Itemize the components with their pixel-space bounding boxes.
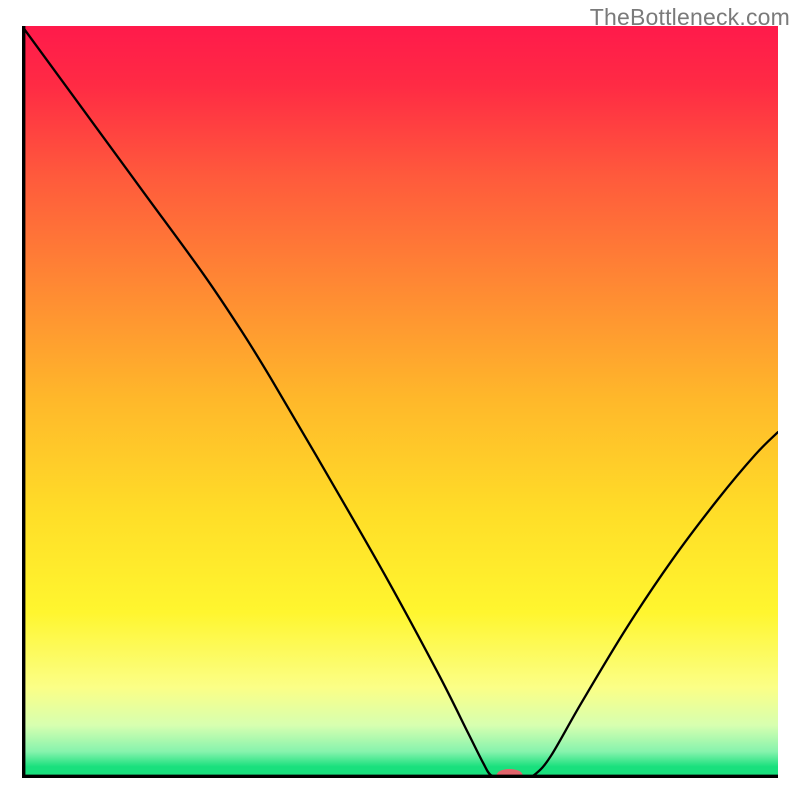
bottleneck-chart — [22, 26, 778, 778]
chart-frame: TheBottleneck.com — [0, 0, 800, 800]
gradient-background — [22, 26, 778, 778]
